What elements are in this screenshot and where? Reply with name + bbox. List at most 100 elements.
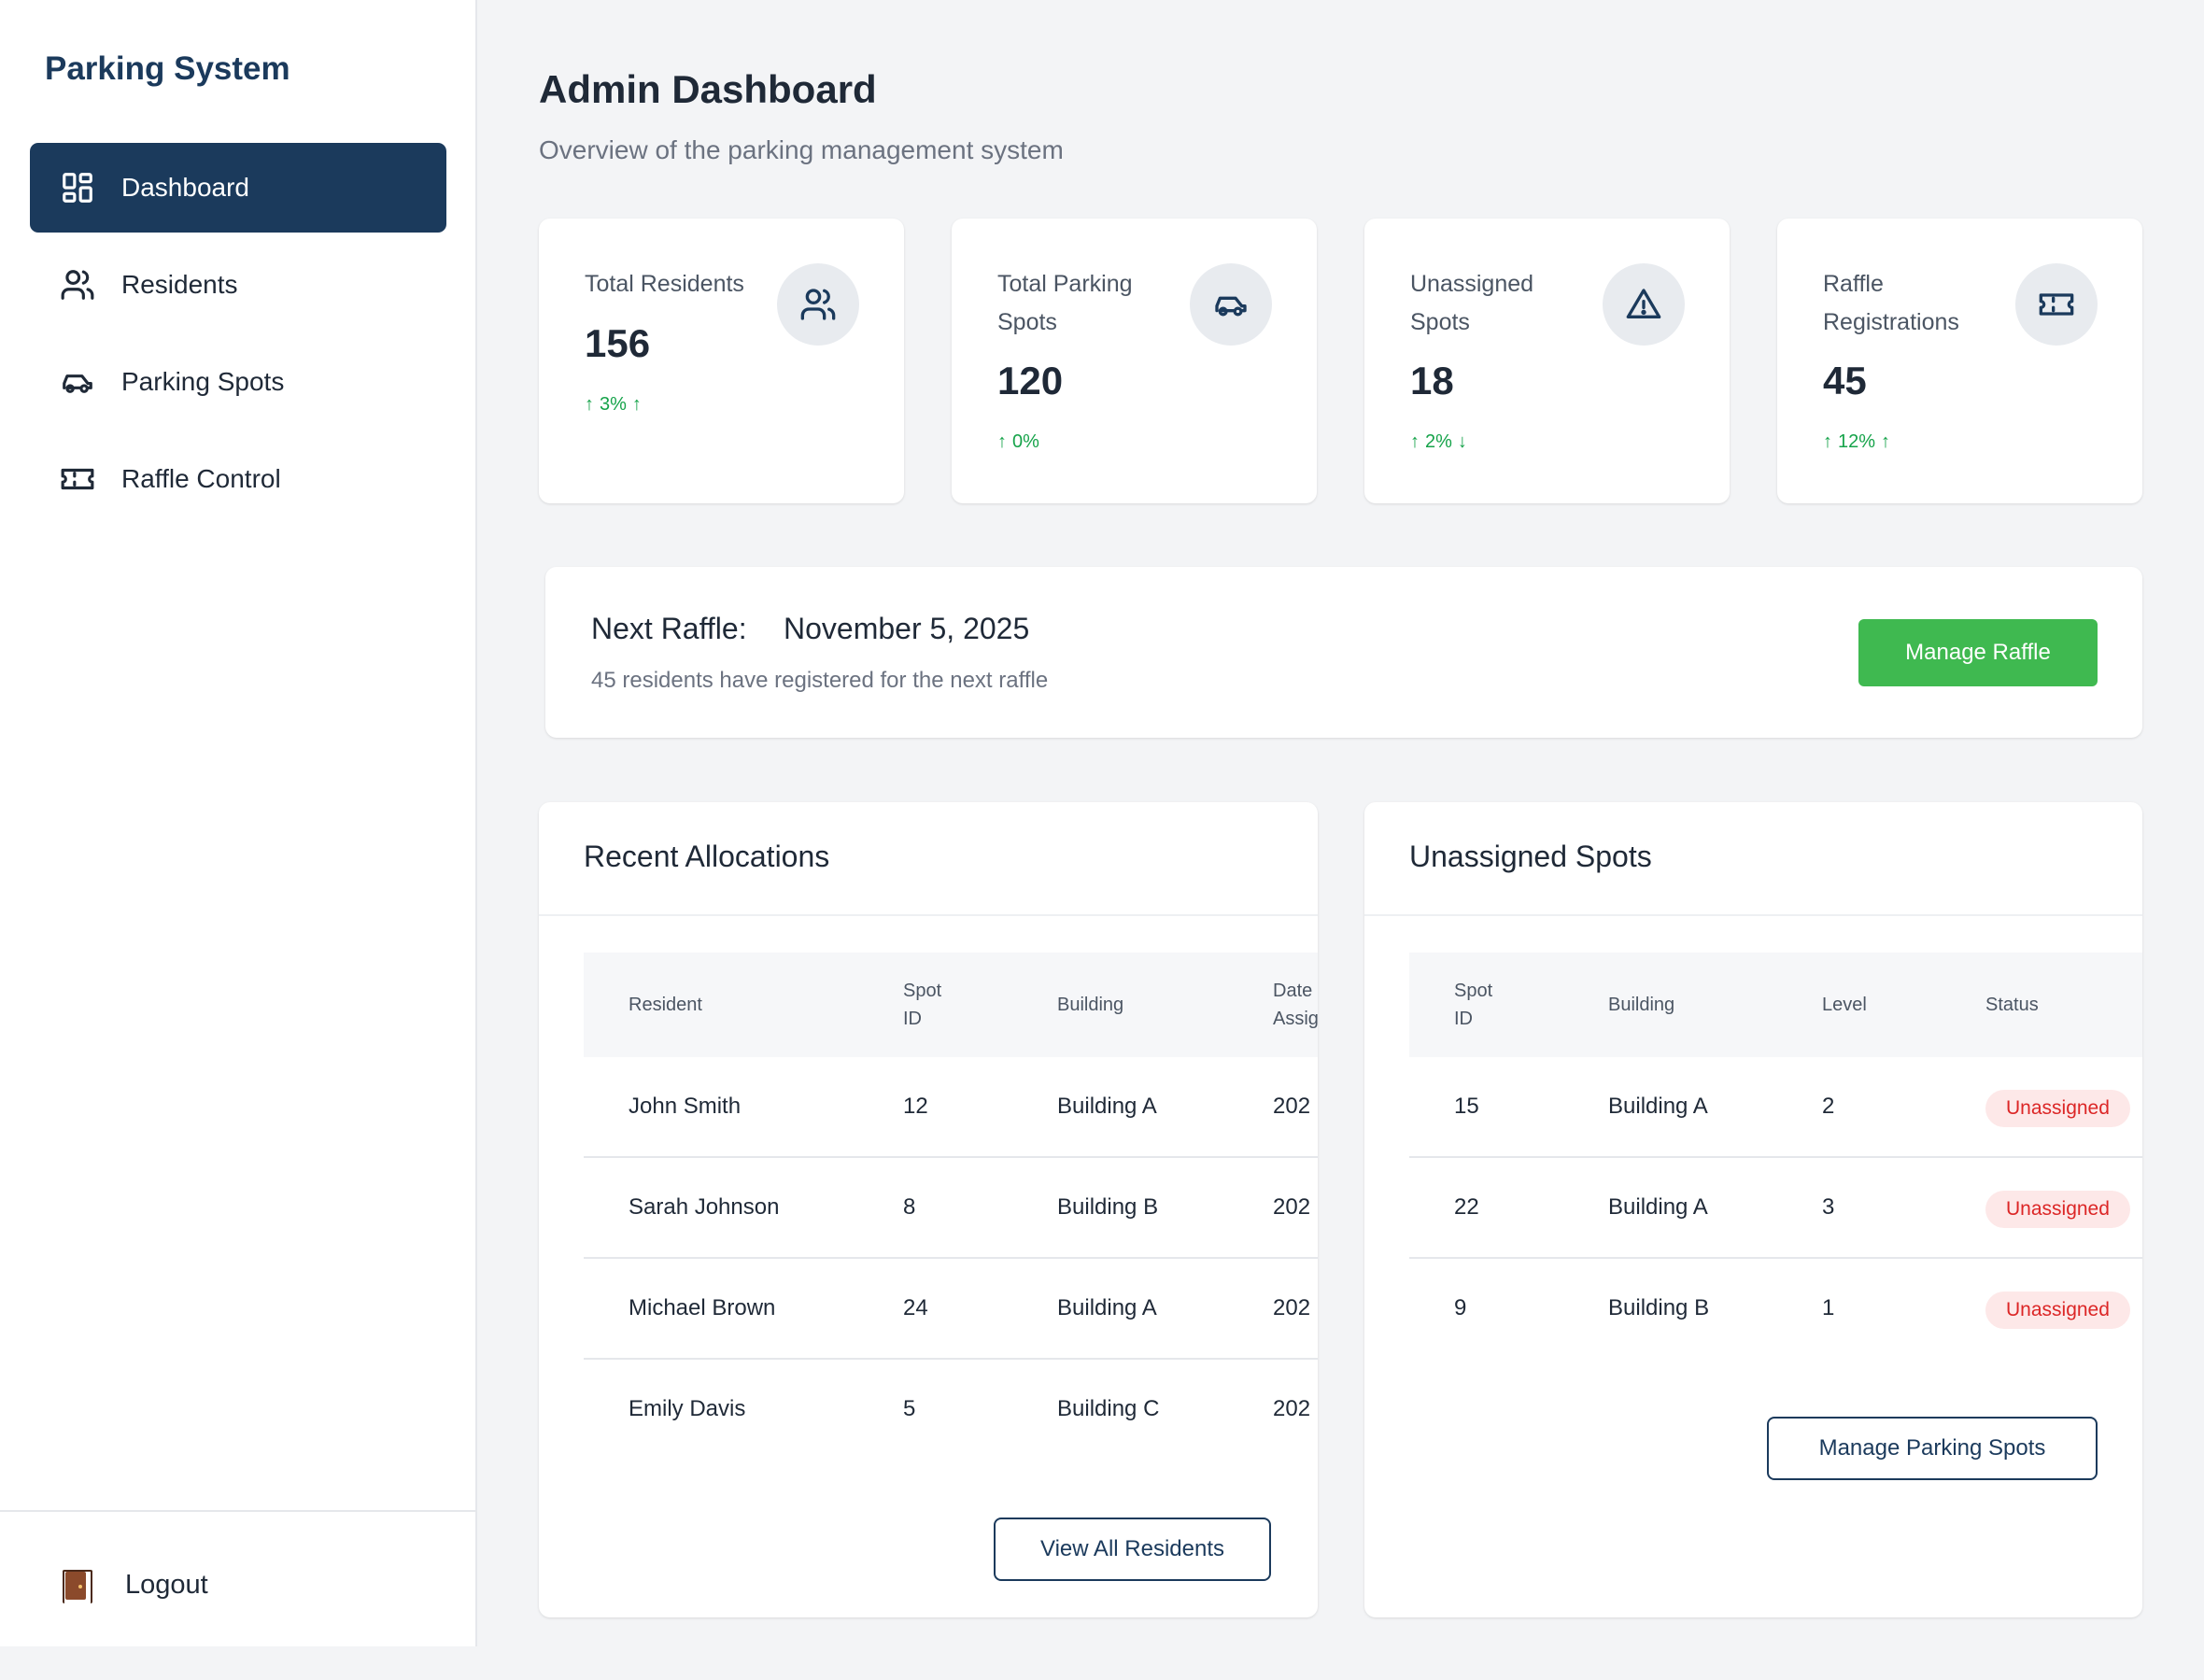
- stat-change: ↑ 3% ↑: [585, 394, 642, 416]
- column-header: Spot ID: [903, 981, 942, 1029]
- sidebar-item-raffle-control[interactable]: Raffle Control: [30, 434, 446, 524]
- stat-value: 156: [585, 321, 651, 365]
- logout-button[interactable]: Logout: [63, 1569, 208, 1603]
- page-subtitle: Overview of the parking management syste…: [539, 135, 1064, 164]
- stat-value: 18: [1410, 359, 1454, 402]
- table-row[interactable]: 9 Building B 1 Unassigned: [1409, 1259, 2142, 1360]
- sidebar-item-label: Residents: [121, 270, 238, 299]
- unassigned-spots-panel: Unassigned Spots Spot ID Building Level …: [1364, 802, 2142, 1617]
- stat-change: ↑ 2% ↓: [1410, 431, 1467, 453]
- stat-value: 120: [997, 359, 1064, 402]
- users-icon: [777, 263, 859, 346]
- cell-resident: Sarah Johnson: [629, 1194, 780, 1220]
- manage-raffle-button[interactable]: Manage Raffle: [1858, 619, 2098, 686]
- logout-label: Logout: [125, 1570, 208, 1600]
- sidebar: Parking System Dashboard Residents Parki…: [0, 0, 477, 1646]
- stat-label: Unassigned Spots: [1410, 271, 1534, 335]
- sidebar-item-label: Dashboard: [121, 173, 249, 202]
- arrow-up-icon: ↑: [1823, 431, 1832, 452]
- stat-card-total-parking-spots: Total Parking Spots 120 ↑ 0%: [952, 219, 1317, 503]
- column-header: Building: [1608, 995, 1675, 1015]
- cell-building: Building B: [1608, 1295, 1710, 1320]
- cell-spot-id: 9: [1454, 1295, 1467, 1320]
- stat-change-value: 12%: [1838, 431, 1876, 452]
- cell-spot-id: 12: [903, 1094, 928, 1119]
- cell-date: 202: [1273, 1295, 1311, 1320]
- cell-spot-id: 8: [903, 1194, 916, 1220]
- table-row[interactable]: 15 Building A 2 Unassigned: [1409, 1057, 2142, 1158]
- column-header: Resident: [629, 995, 702, 1015]
- table-row[interactable]: Sarah Johnson 8 Building B 202: [584, 1158, 1318, 1259]
- ticket-icon: [60, 461, 95, 497]
- sidebar-nav: Dashboard Residents Parking Spots Raffle…: [30, 143, 446, 531]
- next-raffle-date: November 5, 2025: [784, 612, 1030, 645]
- cell-spot-id: 15: [1454, 1094, 1479, 1119]
- table-row[interactable]: Michael Brown 24 Building A 202: [584, 1259, 1318, 1360]
- stat-change: ↑ 0%: [997, 431, 1039, 453]
- brand-title: Parking System: [45, 50, 290, 87]
- sidebar-item-label: Raffle Control: [121, 464, 281, 493]
- cell-date: 202: [1273, 1194, 1311, 1220]
- table-header: Resident Spot ID Building Date Assigned: [584, 953, 1318, 1057]
- divider: [1364, 914, 2142, 916]
- arrow-up-icon: ↑: [1410, 431, 1420, 452]
- stat-label: Total Parking Spots: [997, 271, 1133, 335]
- manage-parking-spots-button[interactable]: Manage Parking Spots: [1767, 1417, 2098, 1480]
- dashboard-icon: [60, 170, 95, 205]
- stat-change: ↑ 12% ↑: [1823, 431, 1890, 453]
- car-icon: [1190, 263, 1272, 346]
- cell-building: Building A: [1057, 1295, 1157, 1320]
- users-icon: [60, 267, 95, 303]
- raffle-summary: 45 residents have registered for the nex…: [591, 668, 1049, 693]
- cell-level: 3: [1822, 1194, 1835, 1220]
- cell-resident: Emily Davis: [629, 1396, 746, 1421]
- cell-resident: Michael Brown: [629, 1295, 776, 1320]
- ticket-icon: [2015, 263, 2098, 346]
- stat-change-value: 0%: [1012, 431, 1039, 452]
- next-raffle-card: Next Raffle: November 5, 2025 45 residen…: [545, 567, 2142, 738]
- view-all-residents-button[interactable]: View All Residents: [994, 1518, 1271, 1581]
- sidebar-item-dashboard[interactable]: Dashboard: [30, 143, 446, 233]
- divider: [539, 914, 1318, 916]
- door-icon: [63, 1569, 92, 1603]
- arrow-up-icon: ↑: [997, 431, 1007, 452]
- panel-title: Unassigned Spots: [1409, 840, 1652, 873]
- arrow-up-icon: ↑: [585, 394, 594, 415]
- table-row[interactable]: Emily Davis 5 Building C 202: [584, 1360, 1318, 1461]
- trend-up-icon: ↑: [1881, 431, 1891, 452]
- cell-spot-id: 22: [1454, 1194, 1479, 1220]
- cell-building: Building A: [1057, 1094, 1157, 1119]
- cell-resident: John Smith: [629, 1094, 742, 1119]
- cell-date: 202: [1273, 1094, 1311, 1119]
- cell-building: Building A: [1608, 1194, 1708, 1220]
- car-icon: [60, 364, 95, 400]
- status-badge: Unassigned: [1985, 1292, 2130, 1329]
- cell-building: Building B: [1057, 1194, 1159, 1220]
- stat-value: 45: [1823, 359, 1867, 402]
- column-header: Level: [1822, 995, 1867, 1015]
- page-title: Admin Dashboard: [539, 67, 877, 111]
- sidebar-item-residents[interactable]: Residents: [30, 240, 446, 330]
- stat-card-total-residents: Total Residents 156 ↑ 3% ↑: [539, 219, 904, 503]
- status-badge: Unassigned: [1985, 1191, 2130, 1228]
- trend-up-icon: ↑: [631, 394, 642, 415]
- column-header: Date Assigned: [1273, 981, 1318, 1029]
- stat-label: Total Residents: [585, 271, 744, 297]
- cell-spot-id: 5: [903, 1396, 916, 1421]
- recent-allocations-panel: Recent Allocations Resident Spot ID Buil…: [539, 802, 1318, 1617]
- column-header: Building: [1057, 995, 1124, 1015]
- sidebar-footer: Logout: [0, 1510, 475, 1646]
- table-row[interactable]: 22 Building A 3 Unassigned: [1409, 1158, 2142, 1259]
- status-badge: Unassigned: [1985, 1090, 2130, 1127]
- table-row[interactable]: John Smith 12 Building A 202: [584, 1057, 1318, 1158]
- next-raffle-label: Next Raffle:: [591, 612, 747, 645]
- cell-level: 2: [1822, 1094, 1835, 1119]
- column-header: Status: [1985, 995, 2039, 1015]
- trend-down-icon: ↓: [1457, 431, 1467, 452]
- stat-label: Raffle Registrations: [1823, 271, 1959, 335]
- stat-card-raffle-registrations: Raffle Registrations 45 ↑ 12% ↑: [1777, 219, 2142, 503]
- table-header: Spot ID Building Level Status: [1409, 953, 2142, 1057]
- cell-date: 202: [1273, 1396, 1311, 1421]
- sidebar-item-parking-spots[interactable]: Parking Spots: [30, 337, 446, 427]
- stat-change-value: 3%: [600, 394, 627, 415]
